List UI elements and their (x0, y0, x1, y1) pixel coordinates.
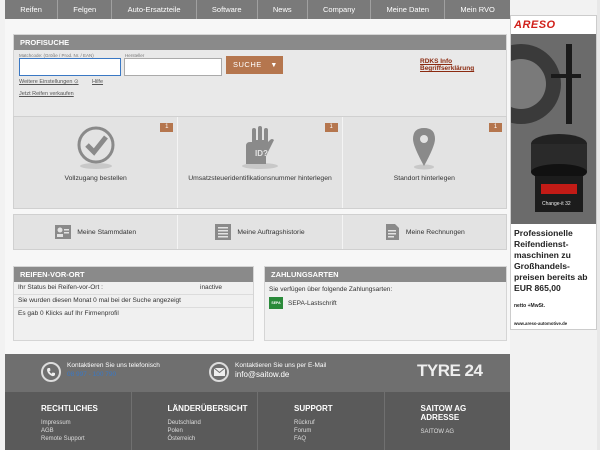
zahlungsarten-box: ZAHLUNGSARTEN Sie verfügen über folgende… (264, 266, 507, 341)
footer-link-impressum[interactable]: Impressum (41, 419, 131, 427)
tile-stammdaten[interactable]: Meine Stammdaten (14, 215, 179, 249)
weitere-einstellungen-label: Weitere Einstellungen (19, 79, 73, 85)
footer-link-faq[interactable]: FAQ (294, 435, 384, 443)
reifen-vor-ort-title: REIFEN-VOR-ORT (14, 267, 253, 282)
footer-col-title: SUPPORT (294, 404, 333, 413)
footer-link-remote-support[interactable]: Remote Support (41, 435, 131, 443)
profisuche-panel: PROFISUCHE Matchcode: (Größe / Prod. Nr.… (13, 34, 507, 119)
reifen-vor-ort-box: REIFEN-VOR-ORT Ihr Status bei Reifen-vor… (13, 266, 254, 341)
footer-col-title: RECHTLICHES (41, 404, 98, 413)
tyre24-logo: TYRE 24 (417, 361, 483, 380)
status-row: Ihr Status bei Reifen-vor-Ort : inactive (14, 282, 253, 295)
settings-circle-icon: ⊙ (73, 79, 79, 85)
tile-badge: 1 (488, 123, 502, 132)
weitere-einstellungen-link[interactable]: Weitere Einstellungen ⊙ (19, 79, 79, 85)
tile-label: Vollzugang bestellen (64, 175, 127, 182)
footer-col-rechtliches: RECHTLICHES Impressum AGB Remote Support (5, 392, 132, 450)
areso-advertisement[interactable]: ARESO Change-it 32 Professionelle Reifen… (510, 15, 597, 330)
footer-col-title: SAITOW AG ADRESSE (420, 404, 467, 422)
tile-standort[interactable]: 1 Standort hinterlegen (342, 117, 506, 208)
profile-card-icon (55, 225, 72, 239)
footer-link-forum[interactable]: Forum (294, 427, 384, 435)
svg-text:ID?: ID? (255, 149, 268, 158)
history-list-icon (215, 224, 232, 240)
payment-method-label: SEPA-Lastschrift (288, 299, 337, 307)
status-value: inactive (200, 284, 223, 291)
footer-link-agb[interactable]: AGB (41, 427, 131, 435)
tile-label: Standort hinterlegen (393, 175, 455, 182)
footer-col-adresse: SAITOW AG ADRESSE SAITOW AG (385, 392, 511, 450)
tile-auftragshistorie[interactable]: Meine Auftragshistorie (178, 215, 343, 249)
tile-badge: 1 (160, 123, 174, 132)
nav-item-meine-daten[interactable]: Meine Daten (371, 0, 446, 19)
search-button-label: SUCHE (233, 60, 262, 69)
tile-label: Meine Rechnungen (405, 228, 465, 236)
tire-changer-image: Change-it 32 (511, 34, 596, 224)
product-caption: Change-it 32 (542, 201, 571, 207)
hersteller-input[interactable] (124, 58, 222, 76)
rdks-links: RDKS Info Begriffserklärung (420, 58, 506, 72)
sepa-icon: SEPA (269, 297, 283, 309)
main-content: PROFISUCHE Matchcode: (Größe / Prod. Nr.… (5, 19, 510, 354)
footer-links: RECHTLICHES Impressum AGB Remote Support… (5, 392, 510, 450)
email-icon (209, 362, 229, 382)
zahlungsarten-intro: Sie verfügen über folgende Zahlungsarten… (269, 286, 393, 293)
footer-link-oesterreich[interactable]: Österreich (168, 435, 258, 443)
top-navigation: Reifen Felgen Auto-Ersatzteile Software … (5, 0, 510, 19)
ad-tax-note: netto +MwSt. (514, 303, 545, 309)
nav-item-reifen[interactable]: Reifen (5, 0, 59, 19)
ad-headline: Professionelle Reifendienst-maschinen zu… (514, 228, 588, 293)
footer-link-polen[interactable]: Polen (168, 427, 258, 435)
phone-number[interactable]: 08 997 - 100 790 (67, 371, 116, 378)
tile-vollzugang[interactable]: 1 Vollzugang bestellen (14, 117, 179, 208)
id-hand-icon: ID? (241, 126, 278, 169)
tile-label: Umsatzsteueridentifikationsnummer hinter… (188, 175, 332, 182)
matchcode-input[interactable] (19, 58, 121, 76)
tile-umsatzsteuer[interactable]: 1 ID? Umsatzsteueridentifikationsnummer … (178, 117, 343, 208)
footer-link-saitow: SAITOW AG (420, 429, 455, 435)
rdks-info-link[interactable]: RDKS Info (420, 58, 452, 65)
email-label: Kontaktieren Sie uns per E-Mail (235, 362, 327, 369)
clicks-row: Es gab 0 Klicks auf Ihr Firmenprofil (14, 308, 253, 321)
nav-item-company[interactable]: Company (308, 0, 372, 19)
nav-item-news[interactable]: News (258, 0, 308, 19)
begriffserklaerung-link[interactable]: Begriffserklärung (420, 65, 474, 72)
status-label: Ihr Status bei Reifen-vor-Ort : (18, 284, 103, 291)
location-pin-icon (413, 128, 436, 170)
chevron-down-icon: ▼ (270, 62, 278, 69)
footer-link-rueckruf[interactable]: Rückruf (294, 419, 384, 427)
invoice-icon (385, 224, 399, 240)
hilfe-link[interactable]: Hilfe (92, 79, 103, 85)
zahlungsarten-title: ZAHLUNGSARTEN (265, 267, 506, 282)
ad-url: www.areso-automotive.de (514, 321, 568, 326)
nav-item-auto-ersatzteile[interactable]: Auto-Ersatzteile (112, 0, 197, 19)
action-tiles: 1 Vollzugang bestellen 1 ID? Umsatzsteue… (13, 116, 507, 209)
tile-rechnungen[interactable]: Meine Rechnungen (343, 215, 506, 249)
footer-col-title: LÄNDERÜBERSICHT (167, 404, 248, 413)
reifen-verkaufen-link[interactable]: Jetzt Reifen verkaufen (19, 91, 74, 97)
profisuche-title: PROFISUCHE (14, 35, 506, 50)
search-count-row: Sie wurden diesen Monat 0 mal bei der Su… (14, 295, 253, 308)
tile-label: Meine Stammdaten (77, 228, 137, 236)
search-button[interactable]: SUCHE ▼ (226, 56, 283, 74)
phone-label: Kontaktieren Sie uns telefonisch (67, 362, 160, 369)
footer-col-laender: LÄNDERÜBERSICHT Deutschland Polen Österr… (132, 392, 258, 450)
search-count-text: Sie wurden diesen Monat 0 mal bei der Su… (18, 297, 181, 304)
account-tiles: Meine Stammdaten Meine Auftragshistorie … (13, 214, 507, 250)
payment-method-row: SEPA SEPA-Lastschrift (265, 293, 506, 313)
footer-col-support: SUPPORT Rückruf Forum FAQ (258, 392, 385, 450)
checkmark-circle-icon (77, 126, 115, 169)
email-address[interactable]: info@saitow.de (235, 370, 289, 379)
phone-icon (41, 362, 61, 382)
nav-item-felgen[interactable]: Felgen (58, 0, 113, 19)
areso-logo: ARESO (514, 19, 556, 31)
nav-item-mein-rvo[interactable]: Mein RVO (445, 0, 510, 19)
clicks-text: Es gab 0 Klicks auf Ihr Firmenprofil (18, 310, 119, 317)
footer-link-deutschland[interactable]: Deutschland (168, 419, 258, 427)
footer-contact-bar: Kontaktieren Sie uns telefonisch 08 997 … (5, 354, 510, 392)
nav-item-software[interactable]: Software (197, 0, 258, 19)
tile-badge: 1 (324, 123, 338, 132)
tile-label: Meine Auftragshistorie (237, 228, 305, 236)
